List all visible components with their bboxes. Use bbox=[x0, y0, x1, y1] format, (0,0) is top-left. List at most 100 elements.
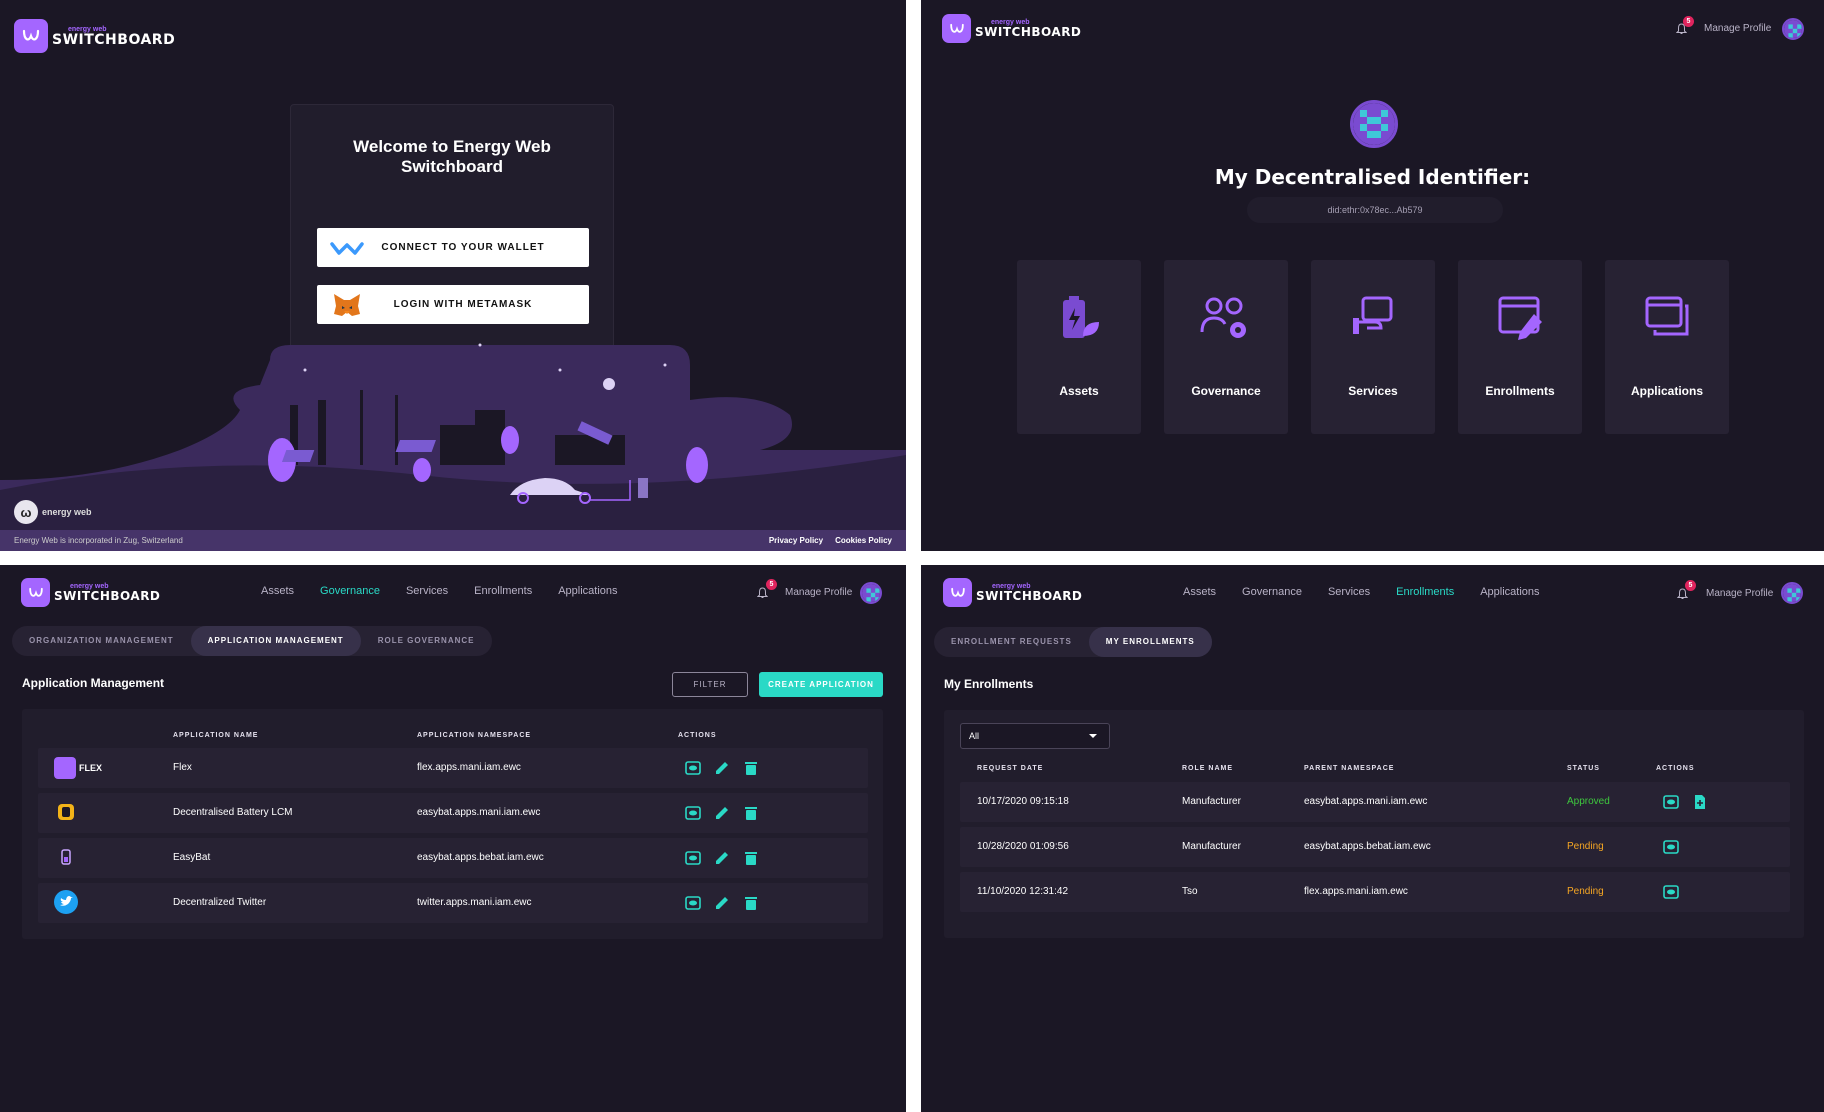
cookies-policy-link[interactable]: Cookies Policy bbox=[835, 536, 892, 545]
view-icon[interactable] bbox=[685, 760, 701, 781]
enrollments-table: All REQUEST DATE ROLE NAME PARENT NAMESP… bbox=[944, 710, 1804, 938]
tab-role-governance[interactable]: ROLE GOVERNANCE bbox=[361, 626, 492, 656]
request-date: 11/10/2020 12:31:42 bbox=[977, 886, 1069, 897]
footer-incorporated-text: Energy Web is incorporated in Zug, Switz… bbox=[14, 536, 183, 545]
nav-services[interactable]: Services bbox=[406, 585, 448, 597]
tab-application-management[interactable]: APPLICATION MANAGEMENT bbox=[190, 626, 361, 656]
view-icon[interactable] bbox=[685, 850, 701, 871]
logo-mark-icon bbox=[21, 578, 50, 607]
governance-icon bbox=[1164, 292, 1288, 344]
tile-enrollments[interactable]: Enrollments bbox=[1458, 260, 1582, 434]
tile-assets[interactable]: Assets bbox=[1017, 260, 1141, 434]
easybat-logo bbox=[56, 838, 76, 878]
view-icon[interactable] bbox=[1663, 839, 1679, 860]
logo-title: SWITCHBOARD bbox=[52, 31, 176, 48]
tile-governance[interactable]: Governance bbox=[1164, 260, 1288, 434]
switchboard-logo[interactable]: energy web SWITCHBOARD bbox=[943, 578, 1082, 607]
parent-namespace: easybat.apps.mani.iam.ewc bbox=[1304, 796, 1428, 807]
view-icon[interactable] bbox=[685, 805, 701, 826]
app-name: EasyBat bbox=[173, 852, 211, 863]
view-icon[interactable] bbox=[1663, 794, 1679, 815]
nav-services[interactable]: Services bbox=[1328, 586, 1370, 598]
delete-icon[interactable] bbox=[743, 760, 759, 781]
main-nav: Assets Governance Services Enrollments A… bbox=[1183, 586, 1540, 598]
privacy-policy-link[interactable]: Privacy Policy bbox=[769, 536, 823, 545]
role-name: Manufacturer bbox=[1182, 841, 1241, 852]
manage-profile-link[interactable]: Manage Profile bbox=[1704, 23, 1771, 34]
nav-applications[interactable]: Applications bbox=[1480, 586, 1539, 598]
status-filter-value: All bbox=[969, 731, 980, 741]
table-row[interactable]: 10/28/2020 01:09:56 Manufacturer easybat… bbox=[960, 827, 1790, 867]
nav-assets[interactable]: Assets bbox=[261, 585, 294, 597]
notification-count-badge: 5 bbox=[766, 579, 777, 590]
table-row[interactable]: EasyBat easybat.apps.bebat.iam.ewc bbox=[38, 838, 868, 878]
view-icon[interactable] bbox=[1663, 884, 1679, 905]
tile-services[interactable]: Services bbox=[1311, 260, 1435, 434]
manage-profile-link[interactable]: Manage Profile bbox=[785, 587, 852, 598]
column-header: STATUS bbox=[1567, 765, 1600, 772]
nav-applications[interactable]: Applications bbox=[558, 585, 617, 597]
logo-mark-icon bbox=[942, 14, 971, 43]
nav-governance[interactable]: Governance bbox=[1242, 586, 1302, 598]
delete-icon[interactable] bbox=[743, 850, 759, 871]
role-name: Manufacturer bbox=[1182, 796, 1241, 807]
table-row[interactable]: Decentralized Twitter twitter.apps.mani.… bbox=[38, 883, 868, 923]
parent-namespace: flex.apps.mani.iam.ewc bbox=[1304, 886, 1408, 897]
nav-governance[interactable]: Governance bbox=[320, 585, 380, 597]
create-application-button[interactable]: CREATE APPLICATION bbox=[759, 672, 883, 697]
applications-icon bbox=[1605, 292, 1729, 344]
my-enrollments-screen: energy web SWITCHBOARD Assets Governance… bbox=[921, 565, 1824, 1112]
add-document-icon[interactable] bbox=[1692, 794, 1708, 815]
table-row[interactable]: 11/10/2020 12:31:42 Tso flex.apps.mani.i… bbox=[960, 872, 1790, 912]
edit-icon[interactable] bbox=[714, 805, 730, 826]
connect-wallet-button[interactable]: CONNECT TO YOUR WALLET bbox=[317, 228, 589, 267]
profile-avatar[interactable] bbox=[1781, 582, 1803, 604]
nav-enrollments[interactable]: Enrollments bbox=[474, 585, 532, 597]
did-value[interactable]: did:ethr:0x78ec...Ab579 bbox=[1247, 197, 1503, 223]
governance-tabs: ORGANIZATION MANAGEMENT APPLICATION MANA… bbox=[12, 626, 492, 656]
flex-logo: FLEX bbox=[54, 748, 102, 788]
tile-applications[interactable]: Applications bbox=[1605, 260, 1729, 434]
tile-label: Applications bbox=[1630, 384, 1703, 398]
view-icon[interactable] bbox=[685, 895, 701, 916]
flex-logo-text: FLEX bbox=[79, 763, 103, 773]
edit-icon[interactable] bbox=[714, 895, 730, 916]
filter-button[interactable]: FILTER bbox=[672, 672, 748, 697]
profile-avatar[interactable] bbox=[1782, 18, 1804, 40]
welcome-title: Welcome to Energy Web Switchboard bbox=[353, 137, 551, 176]
tile-label: Governance bbox=[1191, 384, 1261, 398]
switchboard-logo[interactable]: energy web SWITCHBOARD bbox=[14, 19, 175, 53]
metamask-login-button[interactable]: LOGIN WITH METAMASK bbox=[317, 285, 589, 324]
metamask-login-label: LOGIN WITH METAMASK bbox=[393, 299, 533, 310]
table-row[interactable]: FLEX Flex flex.apps.mani.iam.ewc bbox=[38, 748, 868, 788]
status-filter-select[interactable]: All bbox=[960, 723, 1110, 749]
bell-icon[interactable] bbox=[756, 586, 769, 604]
metamask-fox-icon bbox=[317, 292, 377, 318]
column-header: ACTIONS bbox=[678, 732, 717, 739]
tab-enrollment-requests[interactable]: ENROLLMENT REQUESTS bbox=[934, 627, 1089, 657]
logo-title: SWITCHBOARD bbox=[54, 589, 161, 603]
app-name: Decentralized Twitter bbox=[173, 897, 267, 908]
delete-icon[interactable] bbox=[743, 895, 759, 916]
enrollments-icon bbox=[1458, 292, 1582, 344]
tab-organization-management[interactable]: ORGANIZATION MANAGEMENT bbox=[12, 626, 191, 656]
profile-avatar[interactable] bbox=[860, 582, 882, 604]
status-badge: Pending bbox=[1567, 886, 1604, 897]
nav-assets[interactable]: Assets bbox=[1183, 586, 1216, 598]
column-header: REQUEST DATE bbox=[977, 765, 1044, 772]
tile-label: Enrollments bbox=[1485, 384, 1555, 398]
switchboard-logo[interactable]: energy web SWITCHBOARD bbox=[942, 14, 1081, 43]
table-row[interactable]: 10/17/2020 09:15:18 Manufacturer easybat… bbox=[960, 782, 1790, 822]
nav-enrollments[interactable]: Enrollments bbox=[1396, 586, 1454, 598]
edit-icon[interactable] bbox=[714, 850, 730, 871]
delete-icon[interactable] bbox=[743, 805, 759, 826]
switchboard-logo[interactable]: energy web SWITCHBOARD bbox=[21, 578, 160, 607]
tab-my-enrollments[interactable]: MY ENROLLMENTS bbox=[1088, 627, 1212, 657]
identity-avatar bbox=[1350, 100, 1398, 148]
table-row[interactable]: Decentralised Battery LCM easybat.apps.m… bbox=[38, 793, 868, 833]
edit-icon[interactable] bbox=[714, 760, 730, 781]
manage-profile-link[interactable]: Manage Profile bbox=[1706, 588, 1773, 599]
app-namespace: easybat.apps.mani.iam.ewc bbox=[417, 807, 541, 818]
logo-mark-icon bbox=[943, 578, 972, 607]
role-name: Tso bbox=[1182, 886, 1198, 897]
